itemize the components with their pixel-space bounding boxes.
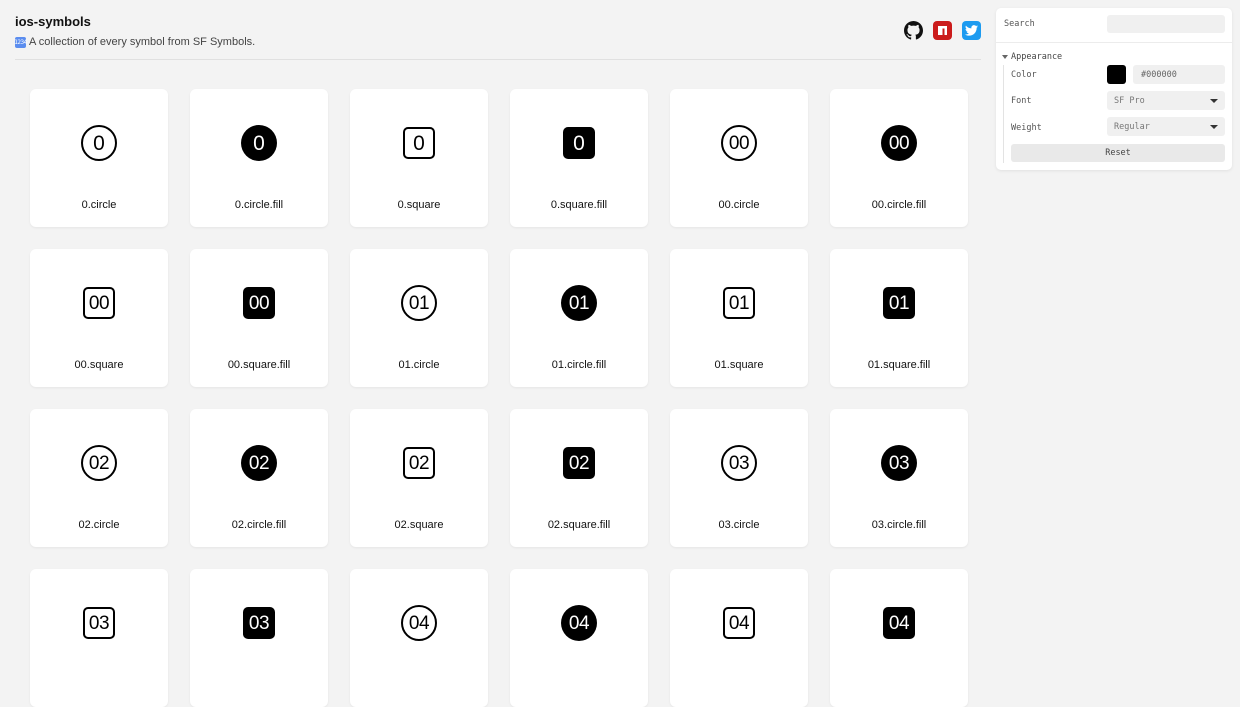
symbol-card[interactable]: 04 [510,569,648,707]
symbol-name: 03.circle [718,519,760,531]
symbol-glyph-icon: 00 [83,287,115,319]
page-subtitle: 1234 A collection of every symbol from S… [14,36,981,48]
font-label: Font [1011,96,1032,106]
symbol-glyph-icon: 03 [83,607,115,639]
symbol-card[interactable]: 04 [830,569,968,707]
github-icon-svg [903,20,923,40]
github-icon[interactable] [903,20,923,40]
symbol-name: 02.square.fill [547,519,611,531]
font-select-value: SF Pro [1114,95,1145,106]
search-input[interactable] [1107,15,1225,33]
controls-panel: Search Appearance Color Font SF Pro Weig… [996,8,1232,170]
symbol-glyph-icon: 04 [723,607,755,639]
symbol-glyph-icon: 03 [881,445,917,481]
symbol-name: 01.circle.fill [551,359,607,371]
symbol-card[interactable]: 00 00.circle.fill [830,89,968,227]
symbol-glyph-icon: 02 [403,447,435,479]
symbol-glyph-icon: 0 [403,127,435,159]
symbol-card[interactable]: 02 02.square [350,409,488,547]
symbol-glyph-icon: 0 [563,127,595,159]
symbol-card[interactable]: 02 02.circle.fill [190,409,328,547]
symbol-card[interactable]: 03 03.circle.fill [830,409,968,547]
symbol-grid: 0 0.circle 0 0.circle.fill 0 0.square 0 0.squar… [30,89,968,707]
font-select[interactable]: SF Pro [1107,91,1225,110]
symbol-glyph-icon: 01 [401,285,437,321]
symbol-glyph-icon: 04 [401,605,437,641]
symbol-name: 0.circle.fill [234,199,284,211]
symbol-name: 02.circle.fill [231,519,287,531]
caret-down-icon [1210,124,1218,129]
symbol-glyph-icon: 0 [241,125,277,161]
symbol-card[interactable]: 03 [30,569,168,707]
symbol-name: 0.circle [81,199,117,211]
symbol-glyph-icon: 00 [243,287,275,319]
symbol-glyph-icon: 02 [81,445,117,481]
symbol-card[interactable]: 04 [670,569,808,707]
symbol-name: 01.square.fill [867,359,931,371]
symbol-glyph-icon: 03 [243,607,275,639]
symbol-card[interactable]: 0 0.square.fill [510,89,648,227]
twitter-icon[interactable] [962,21,981,40]
symbol-card[interactable]: 01 01.circle.fill [510,249,648,387]
symbol-card[interactable]: 00 00.square.fill [190,249,328,387]
search-label: Search [1004,19,1035,29]
symbol-card[interactable]: 03 03.circle [670,409,808,547]
page-header: ios-symbols 1234 A collection of every s… [14,12,981,48]
numbers-emoji-icon: 1234 [14,36,27,48]
symbol-card[interactable]: 01 01.circle [350,249,488,387]
symbol-name: 03.circle.fill [871,519,927,531]
symbol-card[interactable]: 02 02.square.fill [510,409,648,547]
caret-down-icon [1210,98,1218,103]
symbol-name: 0.square [397,199,441,211]
header-divider [15,59,981,60]
symbol-card[interactable]: 01 01.square [670,249,808,387]
symbol-glyph-icon: 02 [563,447,595,479]
symbol-glyph-icon: 03 [721,445,757,481]
weight-select[interactable]: Regular [1107,117,1225,136]
symbol-card[interactable]: 04 [350,569,488,707]
folder-indent-line [1003,65,1004,163]
chevron-down-icon [1002,55,1008,59]
twitter-icon-svg [965,25,978,36]
symbol-name: 01.square [714,359,764,371]
symbol-glyph-icon: 00 [721,125,757,161]
color-label: Color [1011,70,1037,80]
symbol-card[interactable]: 02 02.circle [30,409,168,547]
symbol-glyph-icon: 02 [241,445,277,481]
npm-icon[interactable] [933,21,952,40]
symbol-glyph-icon: 0 [81,125,117,161]
page-title: ios-symbols [15,14,91,29]
symbol-name: 02.circle [78,519,120,531]
color-swatch[interactable] [1107,65,1126,84]
npm-icon-svg [938,26,947,35]
symbol-name: 0.square.fill [550,199,608,211]
symbol-card[interactable]: 00 00.circle [670,89,808,227]
weight-label: Weight [1011,123,1042,133]
symbol-name: 00.circle [718,199,760,211]
appearance-folder-label: Appearance [1011,52,1063,62]
symbol-card[interactable]: 0 0.square [350,89,488,227]
color-hex-input[interactable] [1133,65,1225,84]
symbol-glyph-icon: 01 [561,285,597,321]
symbol-name: 00.square.fill [227,359,291,371]
symbol-name: 00.square [74,359,124,371]
symbol-glyph-icon: 00 [881,125,917,161]
symbol-glyph-icon: 01 [723,287,755,319]
symbol-glyph-icon: 01 [883,287,915,319]
appearance-folder-toggle[interactable]: Appearance [1002,52,1062,62]
reset-button[interactable]: Reset [1011,144,1225,162]
symbol-card[interactable]: 03 [190,569,328,707]
symbol-card[interactable]: 00 00.square [30,249,168,387]
panel-divider [996,42,1232,43]
symbol-name: 01.circle [398,359,440,371]
weight-select-value: Regular [1114,121,1150,132]
symbol-name: 02.square [394,519,444,531]
symbol-name: 00.circle.fill [871,199,927,211]
symbol-card[interactable]: 01 01.square.fill [830,249,968,387]
symbol-card[interactable]: 0 0.circle [30,89,168,227]
symbol-glyph-icon: 04 [561,605,597,641]
symbol-glyph-icon: 04 [883,607,915,639]
subtitle-text: A collection of every symbol from SF Sym… [29,36,256,48]
symbol-card[interactable]: 0 0.circle.fill [190,89,328,227]
